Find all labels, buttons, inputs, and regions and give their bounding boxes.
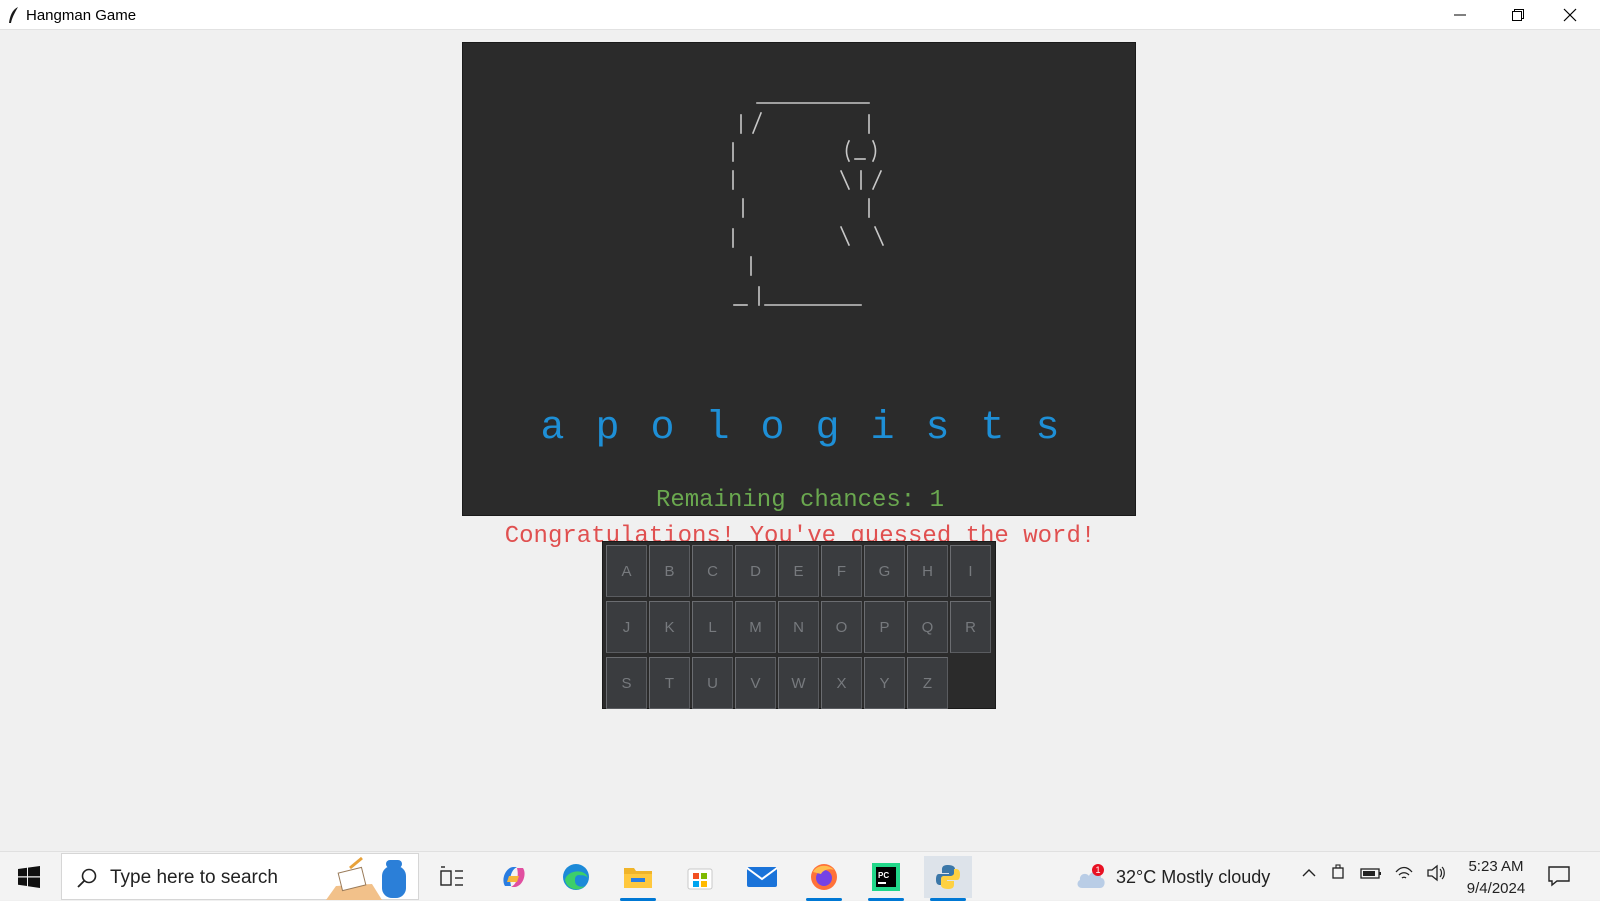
close-icon [1563,8,1577,21]
weather-widget[interactable]: 1 32°C Mostly cloudy [1074,861,1270,893]
windows-logo-icon [18,865,40,888]
key-y[interactable]: Y [864,657,905,709]
restore-icon [1512,8,1524,21]
task-view-button[interactable] [428,856,476,898]
title-bar: Hangman Game [0,0,1600,30]
search-icon [77,868,97,888]
key-w[interactable]: W [778,657,819,709]
search-box[interactable]: Type here to search [61,853,419,900]
key-r[interactable]: R [950,601,991,653]
window-title: Hangman Game [26,7,137,24]
python-icon [936,865,960,889]
svg-text:PC: PC [878,871,889,880]
key-k[interactable]: K [649,601,690,653]
firefox-icon [811,864,837,890]
meet-now-icon[interactable] [1330,864,1348,882]
pycharm-icon: PC [872,863,900,891]
key-l[interactable]: L [692,601,733,653]
word-letter: t [980,406,1005,451]
pycharm-button[interactable]: PC [862,856,910,901]
weather-badge: 1 [1096,865,1101,875]
key-z[interactable]: Z [907,657,948,709]
microsoft-store-icon [687,868,713,890]
key-j[interactable]: J [606,601,647,653]
restore-button[interactable] [1490,0,1546,29]
edge-icon [563,864,589,890]
file-explorer-button[interactable] [614,856,662,901]
key-d[interactable]: D [735,545,776,597]
clock[interactable]: 5:23 AM 9/4/2024 [1456,856,1536,900]
search-placeholder: Type here to search [110,867,278,888]
key-s[interactable]: S [606,657,647,709]
key-p[interactable]: P [864,601,905,653]
remaining-chances: Remaining chances: 1 [655,487,945,514]
key-o[interactable]: O [821,601,862,653]
key-v[interactable]: V [735,657,776,709]
wifi-icon[interactable] [1394,864,1414,882]
key-n[interactable]: N [778,601,819,653]
word-letter: s [925,406,950,451]
chevron-up-icon[interactable] [1300,864,1318,882]
word-display: apologists [463,406,1137,451]
python-button[interactable] [924,856,972,901]
start-button[interactable] [0,852,58,901]
cloud-icon: 1 [1077,864,1105,888]
task-view-icon [440,866,463,886]
key-e[interactable]: E [778,545,819,597]
word-letter: a [540,406,565,451]
file-explorer-icon [624,868,652,888]
word-letter: i [870,406,895,451]
word-letter: l [705,406,730,451]
copilot-button[interactable] [490,856,538,898]
notification-icon[interactable] [1547,864,1571,888]
key-u[interactable]: U [692,657,733,709]
key-f[interactable]: F [821,545,862,597]
search-highlight-icon [326,856,406,900]
key-x[interactable]: X [821,657,862,709]
key-h[interactable]: H [907,545,948,597]
word-letter: s [1035,406,1060,451]
letter-keyboard: A B C D E F G H I J K L M N O P Q R S T … [602,541,996,709]
edge-button[interactable] [552,856,600,898]
mail-button[interactable] [738,856,786,898]
word-letter: o [760,406,785,451]
firefox-button[interactable] [800,856,848,901]
key-t[interactable]: T [649,657,690,709]
clock-date: 9/4/2024 [1466,880,1526,897]
feather-icon [9,7,18,23]
game-canvas: apologists Remaining chances: 1 Congratu… [462,42,1137,550]
system-tray [1300,864,1446,882]
key-m[interactable]: M [735,601,776,653]
word-letter: g [815,406,840,451]
key-a[interactable]: A [606,545,647,597]
mail-icon [746,867,778,887]
battery-icon[interactable] [1360,864,1382,882]
key-g[interactable]: G [864,545,905,597]
copilot-icon [503,867,525,887]
word-letter: o [650,406,675,451]
volume-icon[interactable] [1426,864,1446,882]
key-q[interactable]: Q [907,601,948,653]
key-b[interactable]: B [649,545,690,597]
word-letter: p [595,406,620,451]
clock-time: 5:23 AM [1468,858,1524,875]
key-c[interactable]: C [692,545,733,597]
taskbar: Type here to search PC 1 32°C Mostly clo… [0,851,1600,901]
minimize-icon [1454,14,1466,15]
hangman-drawing [732,102,885,306]
microsoft-store-button[interactable] [676,856,724,898]
key-i[interactable]: I [950,545,991,597]
close-button[interactable] [1542,0,1598,29]
minimize-button[interactable] [1432,0,1488,29]
weather-text: 32°C Mostly cloudy [1116,866,1271,887]
